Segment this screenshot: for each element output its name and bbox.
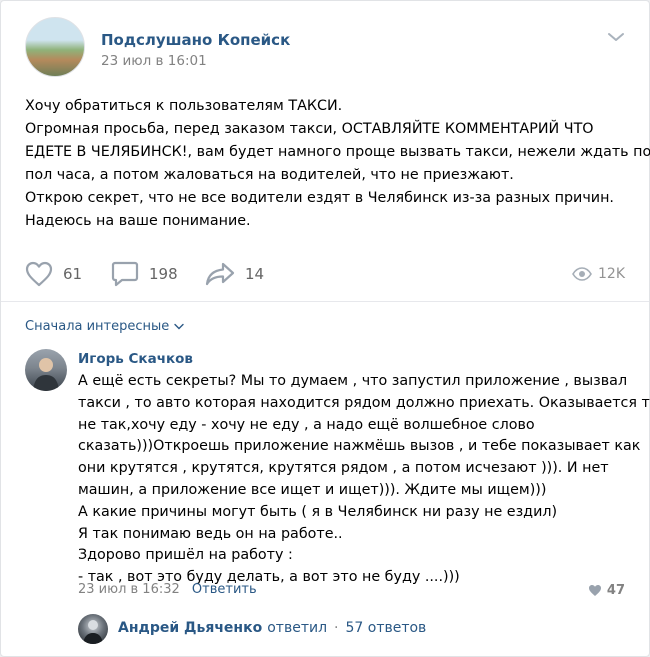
post-text-line: Огромная просьба, перед заказом такси, О… [25, 121, 594, 137]
comment-text-line: А ещё есть секреты? Мы то думаем , что з… [78, 373, 628, 389]
post-text-line: Надеюсь на ваше понимание. [25, 213, 251, 229]
comment-text-line: сказать)))Откроешь приложение нажмёшь вы… [78, 438, 641, 455]
comment-like-count: 47 [606, 583, 625, 598]
replier-name[interactable]: Андрей Дьяченко [118, 620, 262, 636]
share-button[interactable]: 14 [205, 259, 264, 289]
comment-date[interactable]: 23 июл в 16:32 [78, 582, 180, 597]
post-text: Хочу обратиться к пользователям ТАКСИ. О… [25, 95, 650, 233]
replies-count-link[interactable]: 57 ответов [345, 620, 426, 636]
post-card: Подслушано Копейск 23 июл в 16:01 Хочу о… [0, 0, 650, 657]
chevron-down-icon [174, 323, 184, 330]
separator-dot: · [334, 620, 339, 636]
views-counter: 12K [572, 259, 625, 289]
commenter-avatar[interactable] [25, 349, 67, 391]
comment-meta: 23 июл в 16:32 Ответить [78, 582, 257, 597]
group-avatar[interactable] [25, 17, 85, 77]
like-button[interactable]: 61 [25, 259, 82, 289]
post-text-line: ЕДЕТЕ В ЧЕЛЯБИНСК!, вам будет намного пр… [25, 144, 650, 160]
comment-text-line: не так,хочу еду - хочу не еду , а надо е… [78, 416, 535, 433]
chevron-down-icon[interactable] [607, 31, 625, 43]
heart-icon [588, 585, 601, 596]
comment-text-line: такси , то авто которая находится рядом … [78, 394, 650, 411]
comment-icon [111, 261, 139, 287]
replied-verb: ответил [267, 620, 328, 636]
comment-text-line: Здорово пришёл на работу : [78, 547, 293, 564]
views-count: 12K [598, 266, 625, 282]
comment-author[interactable]: Игорь Скачков [78, 351, 193, 367]
person-silhouette-icon [83, 620, 103, 644]
post-text-line: Открою секрет, что не все водители ездят… [25, 190, 614, 206]
post-header: Подслушано Копейск 23 июл в 16:01 [25, 17, 625, 77]
comment-count: 198 [149, 265, 178, 283]
person-silhouette-icon [33, 358, 59, 391]
post-actions: 61 198 14 12K [25, 259, 625, 289]
replier-avatar[interactable] [78, 614, 108, 644]
share-icon [205, 262, 235, 286]
post-date[interactable]: 23 июл в 16:01 [101, 53, 207, 69]
eye-icon [572, 267, 592, 281]
post-text-line: пол часа, а потом жаловаться на водителе… [25, 167, 514, 183]
sort-label: Сначала интересные [25, 319, 170, 334]
comment-text: А ещё есть секреты? Мы то думаем , что з… [78, 371, 650, 589]
heart-icon [25, 261, 53, 287]
sort-dropdown[interactable]: Сначала интересные [25, 319, 184, 334]
share-count: 14 [245, 265, 265, 283]
comment-text-line: А какие причины могут быть ( я в Челябин… [78, 503, 558, 520]
comment-like-button[interactable]: 47 [588, 583, 625, 598]
reply-button[interactable]: Ответить [192, 582, 257, 597]
divider [1, 301, 649, 302]
post-text-line: Хочу обратиться к пользователям ТАКСИ. [25, 98, 343, 114]
comment-button[interactable]: 198 [111, 259, 178, 289]
replies-summary[interactable]: Андрей Дьяченко ответил · 57 ответов [118, 620, 426, 636]
group-name[interactable]: Подслушано Копейск [101, 31, 290, 49]
comment-text-line: они крутятся , крутятся, крутятся рядом … [78, 460, 609, 477]
comment-text-line: Я так понимаю ведь он на работе.. [78, 525, 343, 542]
like-count: 61 [63, 265, 83, 283]
comment-text-line: машин, а приложение все ищет и ищет))). … [78, 481, 547, 498]
